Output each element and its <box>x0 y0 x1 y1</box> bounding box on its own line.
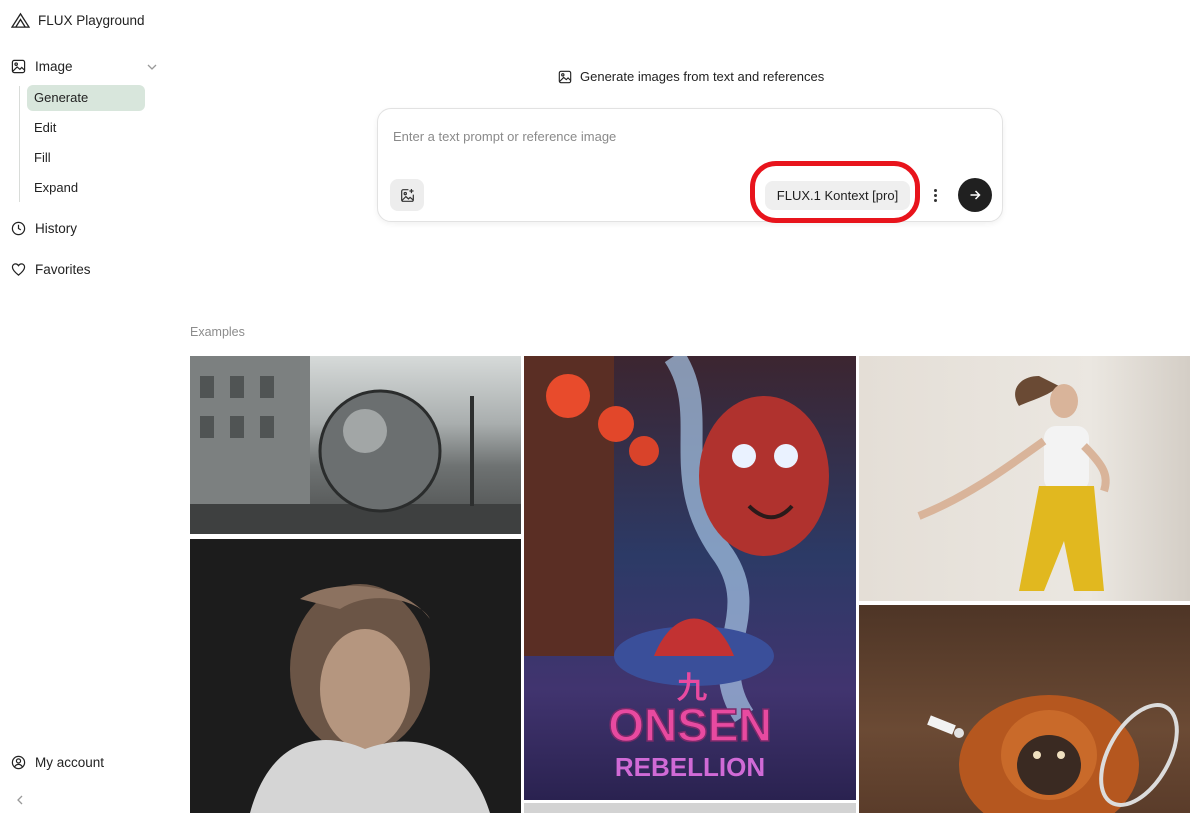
nav-favorites[interactable]: Favorites <box>11 262 91 277</box>
add-reference-image-button[interactable] <box>390 179 424 211</box>
heart-icon <box>11 263 26 276</box>
headline-text: Generate images from text and references <box>580 69 825 84</box>
image-plus-icon <box>400 188 414 202</box>
nav-history-label: History <box>35 221 78 236</box>
nav-image-label: Image <box>35 59 73 74</box>
orangutan-graphic <box>927 695 1179 813</box>
example-image-partial[interactable] <box>524 803 856 813</box>
sidebar-item-edit[interactable]: Edit <box>27 115 145 141</box>
user-circle-icon <box>11 755 26 770</box>
example-image-orangutan-badminton[interactable] <box>859 605 1190 813</box>
clock-icon <box>11 221 26 236</box>
dancer-graphic <box>917 376 1110 591</box>
examples-label: Examples <box>190 325 245 339</box>
arrow-right-icon <box>970 190 981 200</box>
subnav-line <box>19 86 20 202</box>
sidebar-item-generate[interactable]: Generate <box>27 85 145 111</box>
sidebar-item-fill[interactable]: Fill <box>27 145 145 171</box>
image-icon <box>11 59 26 74</box>
nav-favorites-label: Favorites <box>35 262 91 277</box>
portrait-graphic <box>250 584 490 813</box>
svg-text:九: 九 <box>677 671 707 706</box>
flux-logo-icon <box>11 12 30 28</box>
collapse-sidebar-icon[interactable] <box>14 793 26 807</box>
model-selector-button[interactable]: FLUX.1 Kontext [pro] <box>765 181 910 210</box>
example-image-portrait-woman[interactable] <box>190 539 521 813</box>
svg-text:REBELLION: REBELLION <box>615 752 765 782</box>
more-options-icon[interactable] <box>927 184 943 206</box>
image-icon <box>558 70 572 83</box>
sidebar: FLUX Playground Image Generate Edit Fill… <box>0 0 170 813</box>
nav-history[interactable]: History <box>11 221 77 236</box>
svg-text:ONSEN: ONSEN <box>608 699 772 751</box>
sidebar-item-expand[interactable]: Expand <box>27 175 145 201</box>
nav-my-account[interactable]: My account <box>11 755 104 770</box>
street-scene-graphic <box>190 356 521 534</box>
send-button[interactable] <box>958 178 992 212</box>
page-headline: Generate images from text and references <box>558 69 824 84</box>
nav-image[interactable]: Image <box>11 59 73 74</box>
brand[interactable]: FLUX Playground <box>11 12 145 29</box>
prompt-input[interactable] <box>393 126 983 146</box>
poster-graphic: ONSEN REBELLION 九 <box>524 356 829 782</box>
nav-my-account-label: My account <box>35 755 105 770</box>
prompt-box: FLUX.1 Kontext [pro] <box>377 108 1003 222</box>
chevron-down-icon[interactable] <box>146 61 158 73</box>
example-image-dancer[interactable] <box>859 356 1190 601</box>
example-image-chrome-sphere-street[interactable] <box>190 356 521 534</box>
example-image-onsen-rebellion-poster[interactable]: ONSEN REBELLION 九 <box>524 356 856 800</box>
app-title: FLUX Playground <box>38 13 145 28</box>
